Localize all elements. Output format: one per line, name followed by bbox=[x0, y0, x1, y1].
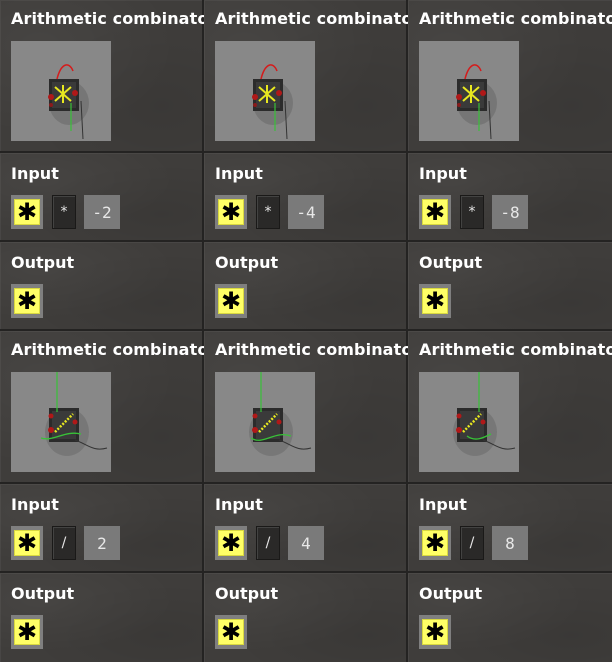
input-row: ✱ / 2 bbox=[11, 526, 120, 560]
input-row: ✱ / 8 bbox=[419, 526, 528, 560]
block-title: Arithmetic combinator bbox=[419, 9, 612, 28]
block-1-header: Arithmetic combinator bbox=[0, 0, 216, 153]
signal-everything-icon: ✱ bbox=[14, 530, 40, 556]
combinator-preview-image bbox=[215, 41, 315, 141]
output-row: ✱ bbox=[11, 615, 52, 649]
block-title: Arithmetic combinator bbox=[215, 9, 421, 28]
signal-slot[interactable]: ✱ bbox=[215, 526, 247, 560]
output-label: Output bbox=[215, 253, 279, 272]
input-row: ✱ * -2 bbox=[11, 195, 120, 229]
block-1-input: Input ✱ * -2 bbox=[0, 153, 204, 242]
signal-everything-icon: ✱ bbox=[14, 199, 40, 225]
block-2-output: Output ✱ bbox=[204, 242, 408, 331]
input-label: Input bbox=[419, 495, 467, 514]
combinator-preview-image bbox=[419, 41, 519, 141]
signal-everything-icon: ✱ bbox=[218, 199, 244, 225]
output-label: Output bbox=[215, 584, 279, 603]
constant-field[interactable]: 8 bbox=[492, 526, 528, 560]
input-row: ✱ * -8 bbox=[419, 195, 528, 229]
signal-slot[interactable]: ✱ bbox=[419, 526, 451, 560]
block-4-output: Output ✱ bbox=[0, 573, 204, 662]
block-title: Arithmetic combinator bbox=[11, 9, 217, 28]
signal-everything-icon: ✱ bbox=[218, 619, 244, 645]
signal-everything-icon: ✱ bbox=[218, 288, 244, 314]
block-1-output: Output ✱ bbox=[0, 242, 204, 331]
output-signal-slot[interactable]: ✱ bbox=[215, 615, 247, 649]
block-4-input: Input ✱ / 2 bbox=[0, 484, 204, 573]
operator-button[interactable]: * bbox=[460, 195, 484, 229]
output-row: ✱ bbox=[419, 284, 460, 318]
constant-field[interactable]: -8 bbox=[492, 195, 528, 229]
constant-field[interactable]: -4 bbox=[288, 195, 324, 229]
output-row: ✱ bbox=[419, 615, 460, 649]
output-signal-slot[interactable]: ✱ bbox=[11, 284, 43, 318]
output-row: ✱ bbox=[11, 284, 52, 318]
combinator-preview-image bbox=[419, 372, 519, 472]
block-6-header: Arithmetic combinator bbox=[408, 331, 612, 484]
output-signal-slot[interactable]: ✱ bbox=[419, 284, 451, 318]
output-label: Output bbox=[11, 253, 75, 272]
output-label: Output bbox=[419, 584, 483, 603]
block-title: Arithmetic combinator bbox=[215, 340, 421, 359]
signal-everything-icon: ✱ bbox=[422, 530, 448, 556]
signal-slot[interactable]: ✱ bbox=[215, 195, 247, 229]
output-signal-slot[interactable]: ✱ bbox=[419, 615, 451, 649]
signal-slot[interactable]: ✱ bbox=[419, 195, 451, 229]
input-row: ✱ * -4 bbox=[215, 195, 324, 229]
combinator-preview-image bbox=[11, 372, 111, 472]
combinator-preview-image bbox=[215, 372, 315, 472]
signal-slot[interactable]: ✱ bbox=[11, 195, 43, 229]
input-label: Input bbox=[419, 164, 467, 183]
signal-everything-icon: ✱ bbox=[14, 619, 40, 645]
input-label: Input bbox=[215, 495, 263, 514]
constant-field[interactable]: 4 bbox=[288, 526, 324, 560]
block-6-output: Output ✱ bbox=[408, 573, 612, 662]
output-signal-slot[interactable]: ✱ bbox=[215, 284, 247, 318]
input-label: Input bbox=[11, 495, 59, 514]
operator-button[interactable]: / bbox=[256, 526, 280, 560]
operator-button[interactable]: * bbox=[52, 195, 76, 229]
block-title: Arithmetic combinator bbox=[11, 340, 217, 359]
block-3-header: Arithmetic combinator bbox=[408, 0, 612, 153]
block-5-output: Output ✱ bbox=[204, 573, 408, 662]
input-row: ✱ / 4 bbox=[215, 526, 324, 560]
signal-everything-icon: ✱ bbox=[422, 619, 448, 645]
block-3-output: Output ✱ bbox=[408, 242, 612, 331]
signal-everything-icon: ✱ bbox=[14, 288, 40, 314]
block-2-header: Arithmetic combinator bbox=[204, 0, 420, 153]
constant-field[interactable]: -2 bbox=[84, 195, 120, 229]
block-6-input: Input ✱ / 8 bbox=[408, 484, 612, 573]
constant-field[interactable]: 2 bbox=[84, 526, 120, 560]
combinator-preview-image bbox=[11, 41, 111, 141]
signal-everything-icon: ✱ bbox=[422, 288, 448, 314]
output-label: Output bbox=[419, 253, 483, 272]
block-5-input: Input ✱ / 4 bbox=[204, 484, 408, 573]
signal-everything-icon: ✱ bbox=[218, 530, 244, 556]
block-4-header: Arithmetic combinator bbox=[0, 331, 216, 484]
output-signal-slot[interactable]: ✱ bbox=[11, 615, 43, 649]
signal-slot[interactable]: ✱ bbox=[11, 526, 43, 560]
signal-everything-icon: ✱ bbox=[422, 199, 448, 225]
input-label: Input bbox=[11, 164, 59, 183]
operator-button[interactable]: * bbox=[256, 195, 280, 229]
block-5-header: Arithmetic combinator bbox=[204, 331, 420, 484]
output-label: Output bbox=[11, 584, 75, 603]
block-3-input: Input ✱ * -8 bbox=[408, 153, 612, 242]
output-row: ✱ bbox=[215, 615, 256, 649]
combinator-grid: Arithmetic combinator Arithmetic combina… bbox=[0, 0, 612, 662]
operator-button[interactable]: / bbox=[52, 526, 76, 560]
input-label: Input bbox=[215, 164, 263, 183]
block-2-input: Input ✱ * -4 bbox=[204, 153, 408, 242]
output-row: ✱ bbox=[215, 284, 256, 318]
operator-button[interactable]: / bbox=[460, 526, 484, 560]
block-title: Arithmetic combinator bbox=[419, 340, 612, 359]
